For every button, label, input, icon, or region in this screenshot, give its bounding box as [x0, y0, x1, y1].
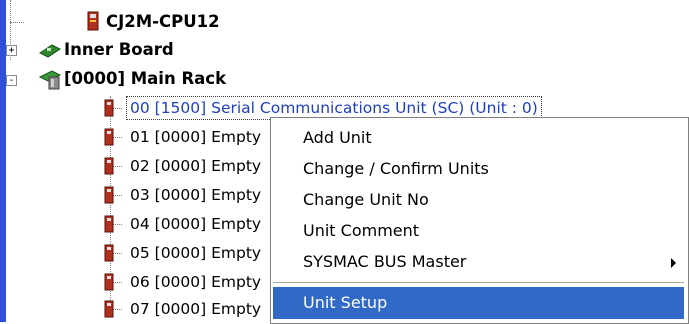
menu-item-unit-comment[interactable]: Unit Comment [273, 215, 684, 247]
unit-icon [104, 99, 114, 117]
tree-unit-label: 04 [0000] Empty [130, 215, 262, 233]
tree-unit-label: 07 [0000] Empty [130, 300, 262, 318]
rack-icon [38, 70, 62, 90]
tree-unit-row-06[interactable]: 06 [0000] Empty [6, 270, 276, 294]
tree-unit-row-01[interactable]: 01 [0000] Empty [6, 125, 276, 149]
unit-icon [104, 128, 114, 146]
menu-item-sysmac-bus-master[interactable]: SYSMAC BUS Master [273, 246, 684, 278]
tree-unit-label: 06 [0000] Empty [130, 273, 262, 291]
expand-plus-icon[interactable]: + [6, 45, 17, 56]
tree-unit-label: 02 [0000] Empty [130, 157, 262, 175]
context-menu: Add Unit Change / Confirm Units Change U… [270, 117, 689, 324]
tree-node-label: Inner Board [64, 40, 174, 59]
unit-icon [104, 186, 114, 204]
unit-icon [104, 300, 114, 318]
menu-item-change-confirm-units[interactable]: Change / Confirm Units [273, 153, 684, 185]
tree-node-label: CJ2M-CPU12 [106, 12, 220, 31]
tree-unit-row-03[interactable]: 03 [0000] Empty [6, 183, 276, 207]
menu-separator [273, 282, 684, 283]
cpu-icon [87, 11, 99, 31]
tree-unit-label: 03 [0000] Empty [130, 186, 262, 204]
unit-icon [104, 273, 114, 291]
unit-icon [104, 157, 114, 175]
tree-unit-label: 05 [0000] Empty [130, 244, 262, 262]
unit-icon [104, 215, 114, 233]
tree-unit-row-04[interactable]: 04 [0000] Empty [6, 212, 276, 236]
tree-unit-row-05[interactable]: 05 [0000] Empty [6, 241, 276, 265]
board-icon [39, 44, 61, 58]
tree-unit-row-02[interactable]: 02 [0000] Empty [6, 154, 276, 178]
unit-icon [104, 244, 114, 262]
tree-node-main-rack[interactable]: - [0000] Main Rack [6, 67, 326, 91]
collapse-minus-icon[interactable]: - [6, 75, 17, 86]
menu-item-change-unit-no[interactable]: Change Unit No [273, 184, 684, 216]
menu-item-add-unit[interactable]: Add Unit [273, 122, 684, 154]
tree-node-cpu[interactable]: CJ2M-CPU12 [6, 10, 306, 34]
menu-item-unit-setup[interactable]: Unit Setup [273, 287, 684, 319]
tree-node-label: [0000] Main Rack [64, 69, 227, 88]
submenu-arrow-icon [671, 258, 676, 268]
tree-unit-label: 01 [0000] Empty [130, 128, 262, 146]
tree-unit-row-07[interactable]: 07 [0000] Empty [6, 297, 276, 321]
tree-node-inner-board[interactable]: + Inner Board [6, 38, 306, 62]
